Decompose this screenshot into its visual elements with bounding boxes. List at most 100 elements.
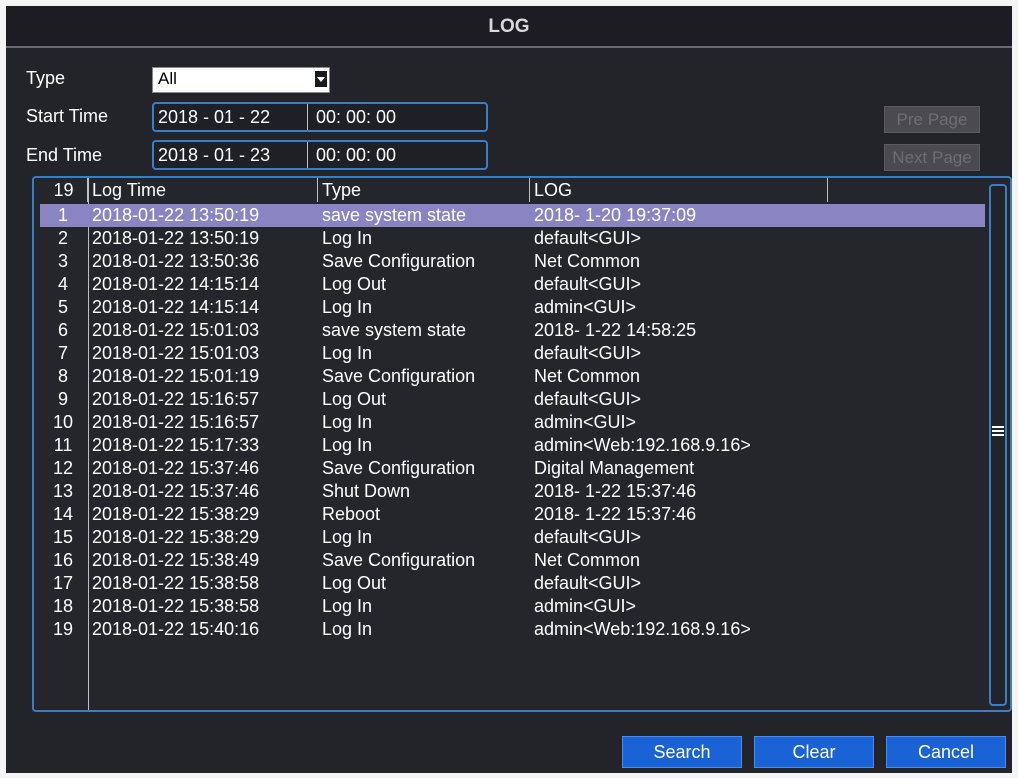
row-log: 2018- 1-22 14:58:25 <box>534 320 697 340</box>
row-number: 2 <box>57 228 68 248</box>
type-header[interactable]: Type <box>318 178 530 202</box>
table-row[interactable]: 18 2018-01-22 15:38:58 Log In admin<GUI> <box>40 595 985 618</box>
row-log-time: 2018-01-22 14:15:14 <box>92 274 260 294</box>
row-log-time: 2018-01-22 15:37:46 <box>92 458 260 478</box>
table-row[interactable]: 7 2018-01-22 15:01:03 Log In default<GUI> <box>40 342 985 365</box>
row-log: default<GUI> <box>534 389 642 409</box>
table-row[interactable]: 15 2018-01-22 15:38:29 Log In default<GUI> <box>40 526 985 549</box>
table-row[interactable]: 1 2018-01-22 13:50:19 save system state 201… <box>40 204 985 227</box>
row-type: Log In <box>322 412 373 432</box>
row-log: default<GUI> <box>534 527 642 547</box>
type-label: Type <box>26 68 66 88</box>
title-bar: LOG <box>6 6 1012 48</box>
row-log-time: 2018-01-22 13:50:19 <box>92 205 260 225</box>
row-number: 9 <box>57 389 68 409</box>
row-type: save system state <box>322 320 467 340</box>
row-log: default<GUI> <box>534 228 642 248</box>
row-log: admin<Web:192.168.9.16> <box>534 619 751 639</box>
row-type: Log Out <box>322 573 387 593</box>
table-row[interactable]: 10 2018-01-22 15:16:57 Log In admin<GUI> <box>40 411 985 434</box>
row-number: 19 <box>52 619 74 639</box>
row-log-time: 2018-01-22 13:50:36 <box>92 251 260 271</box>
row-number: 13 <box>52 481 74 501</box>
table-row[interactable]: 5 2018-01-22 14:15:14 Log In admin<GUI> <box>40 296 985 319</box>
type-select-value: All <box>158 69 177 88</box>
row-number: 7 <box>57 343 68 363</box>
clear-button[interactable]: Clear <box>754 736 874 768</box>
type-select[interactable]: All <box>152 67 330 93</box>
row-log-time: 2018-01-22 15:38:49 <box>92 550 260 570</box>
row-log: default<GUI> <box>534 274 642 294</box>
search-button[interactable]: Search <box>622 736 742 768</box>
row-number: 12 <box>52 458 74 478</box>
table-row[interactable]: 19 2018-01-22 15:40:16 Log In admin<Web:192… <box>40 618 985 641</box>
row-type: Log In <box>322 297 373 317</box>
row-log: Net Common <box>534 366 641 386</box>
table-row[interactable]: 17 2018-01-22 15:38:58 Log Out default<GUI> <box>40 572 985 595</box>
end-clock-input[interactable]: 00: 00: 00 <box>316 142 466 168</box>
scroll-grip-icon[interactable] <box>992 426 1004 438</box>
end-time-field[interactable]: 2018 - 01 - 23 00: 00: 00 <box>152 140 488 170</box>
row-log: default<GUI> <box>534 343 642 363</box>
log-time-header[interactable]: Log Time <box>88 178 318 202</box>
row-number: 4 <box>57 274 68 294</box>
row-log-time: 2018-01-22 15:38:58 <box>92 596 260 616</box>
row-number: 8 <box>57 366 68 386</box>
row-type: save system state <box>322 205 467 225</box>
log-list[interactable]: 19 Log Time Type LOG 1 2018-01-22 13:50:1… <box>32 176 1012 712</box>
row-number: 5 <box>57 297 68 317</box>
row-log-time: 2018-01-22 14:15:14 <box>92 297 260 317</box>
table-row[interactable]: 12 2018-01-22 15:37:46 Save Configuration D… <box>40 457 985 480</box>
row-number: 16 <box>52 550 74 570</box>
start-time-field[interactable]: 2018 - 01 - 22 00: 00: 00 <box>152 102 488 132</box>
row-type: Log Out <box>322 274 387 294</box>
row-number: 15 <box>52 527 74 547</box>
table-row[interactable]: 11 2018-01-22 15:17:33 Log In admin<Web:192… <box>40 434 985 457</box>
row-number: 14 <box>52 504 74 524</box>
table-row[interactable]: 4 2018-01-22 14:15:14 Log Out default<GUI> <box>40 273 985 296</box>
row-type: Log In <box>322 228 373 248</box>
scrollbar[interactable] <box>989 184 1007 706</box>
start-date-input[interactable]: 2018 - 01 - 22 <box>158 104 308 130</box>
table-row[interactable]: 8 2018-01-22 15:01:19 Save Configuration Ne… <box>40 365 985 388</box>
row-type: Log In <box>322 343 373 363</box>
row-type: Shut Down <box>322 481 411 501</box>
table-row[interactable]: 6 2018-01-22 15:01:03 save system state 201… <box>40 319 985 342</box>
row-number: 3 <box>57 251 68 271</box>
table-row[interactable]: 9 2018-01-22 15:16:57 Log Out default<GUI> <box>40 388 985 411</box>
row-type: Save Configuration <box>322 458 476 478</box>
chevron-down-icon[interactable] <box>315 71 327 87</box>
table-row[interactable]: 16 2018-01-22 15:38:49 Save Configuration N… <box>40 549 985 572</box>
row-type: Reboot <box>322 504 381 524</box>
start-clock-input[interactable]: 00: 00: 00 <box>316 104 466 130</box>
row-type: Log In <box>322 619 373 639</box>
row-log-time: 2018-01-22 15:40:16 <box>92 619 260 639</box>
row-log: default<GUI> <box>534 573 642 593</box>
row-log-time: 2018-01-22 13:50:19 <box>92 228 260 248</box>
row-type: Log In <box>322 435 373 455</box>
row-number: 1 <box>57 205 68 225</box>
log-header[interactable]: LOG <box>530 178 828 202</box>
row-log-time: 2018-01-22 15:16:57 <box>92 412 260 432</box>
next-page-button[interactable]: Next Page <box>884 144 980 171</box>
row-number: 18 <box>52 596 74 616</box>
row-log-time: 2018-01-22 15:01:19 <box>92 366 260 386</box>
row-log: Net Common <box>534 251 641 271</box>
row-log-time: 2018-01-22 15:17:33 <box>92 435 260 455</box>
cancel-button[interactable]: Cancel <box>886 736 1006 768</box>
table-row[interactable]: 14 2018-01-22 15:38:29 Reboot 2018- 1-22 15… <box>40 503 985 526</box>
row-log: 2018- 1-22 15:37:46 <box>534 481 697 501</box>
table-row[interactable]: 2 2018-01-22 13:50:19 Log In default<GUI> <box>40 227 985 250</box>
log-window: LOG Type All Start Time 2018 - 01 - 22 0… <box>6 6 1012 773</box>
end-date-input[interactable]: 2018 - 01 - 23 <box>158 142 308 168</box>
table-row[interactable]: 13 2018-01-22 15:37:46 Shut Down 2018- 1-22… <box>40 480 985 503</box>
row-type: Save Configuration <box>322 550 476 570</box>
row-log: 2018- 1-22 15:37:46 <box>534 504 697 524</box>
row-number: 11 <box>53 435 73 455</box>
row-log-time: 2018-01-22 15:38:29 <box>92 504 260 524</box>
pre-page-button[interactable]: Pre Page <box>884 106 980 133</box>
table-row[interactable]: 3 2018-01-22 13:50:36 Save Configuration Ne… <box>40 250 985 273</box>
row-log-time: 2018-01-22 15:01:03 <box>92 320 260 340</box>
start-time-label: Start Time <box>26 106 109 126</box>
row-log-time: 2018-01-22 15:38:58 <box>92 573 260 593</box>
